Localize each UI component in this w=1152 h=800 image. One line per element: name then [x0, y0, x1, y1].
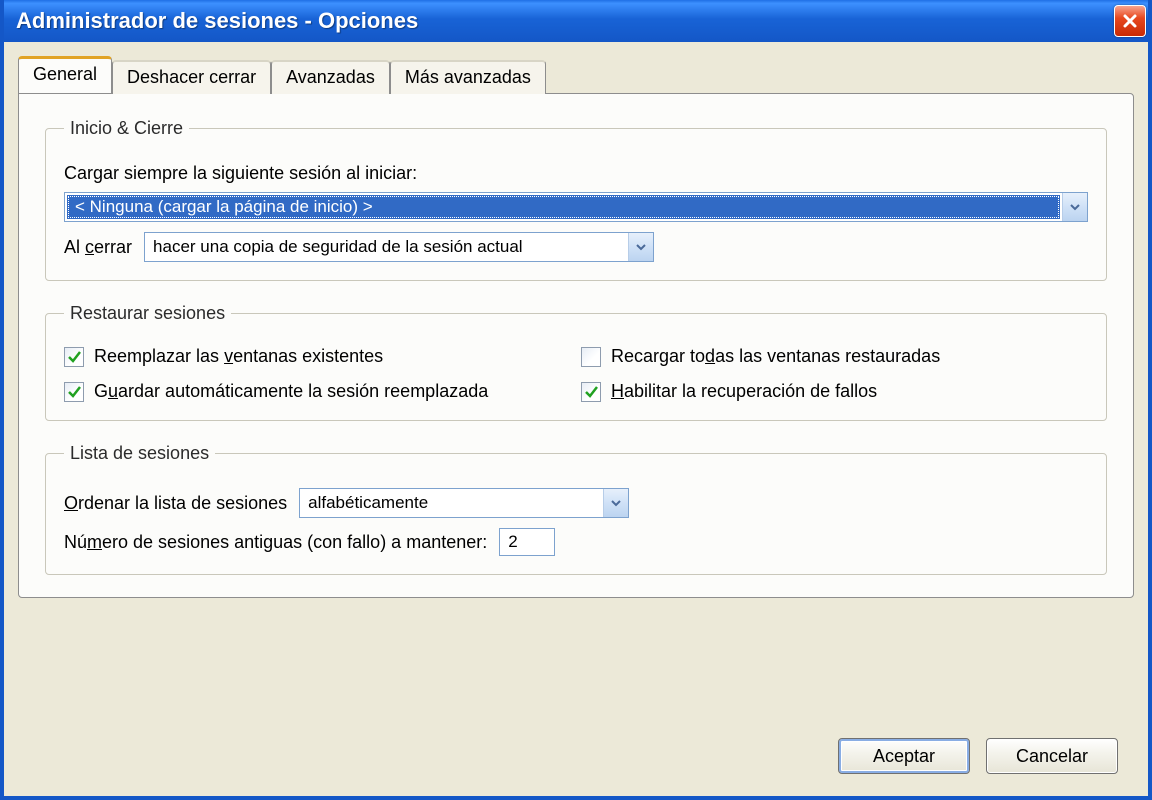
- keep-count-label: Número de sesiones antiguas (con fallo) …: [64, 532, 487, 553]
- sort-value: alfabéticamente: [300, 489, 603, 517]
- tab-undo-close[interactable]: Deshacer cerrar: [112, 60, 271, 94]
- tabs: General Deshacer cerrar Avanzadas Más av…: [18, 56, 1134, 93]
- tab-general[interactable]: General: [18, 56, 112, 93]
- checkbox-replace-windows[interactable]: Reemplazar las ventanas existentes: [64, 346, 571, 367]
- dialog-footer: Aceptar Cancelar: [838, 738, 1118, 774]
- tab-label: Más avanzadas: [405, 67, 531, 87]
- close-button[interactable]: [1114, 5, 1146, 37]
- window-title: Administrador de sesiones - Opciones: [16, 8, 1114, 34]
- load-session-combobox[interactable]: < Ninguna (cargar la página de inicio) >: [64, 192, 1088, 222]
- client-area: General Deshacer cerrar Avanzadas Más av…: [4, 42, 1148, 796]
- button-label: Cancelar: [1016, 746, 1088, 767]
- sort-label: Ordenar la lista de sesiones: [64, 493, 287, 514]
- dialog-window: Administrador de sesiones - Opciones Gen…: [0, 0, 1152, 800]
- tab-advanced[interactable]: Avanzadas: [271, 60, 390, 94]
- tab-label: Deshacer cerrar: [127, 67, 256, 87]
- checkbox-box: [581, 382, 601, 402]
- group-legend: Lista de sesiones: [64, 443, 215, 464]
- tab-more-advanced[interactable]: Más avanzadas: [390, 60, 546, 94]
- chevron-down-icon: [1069, 201, 1081, 213]
- checkbox-box: [64, 382, 84, 402]
- tab-label: Avanzadas: [286, 67, 375, 87]
- keep-count-input[interactable]: 2: [499, 528, 555, 556]
- checkbox-label: Recargar todas las ventanas restauradas: [611, 346, 940, 367]
- group-session-list: Lista de sesiones Ordenar la lista de se…: [45, 443, 1107, 575]
- on-close-combobox[interactable]: hacer una copia de seguridad de la sesió…: [144, 232, 654, 262]
- load-session-dropdown-button[interactable]: [1062, 193, 1087, 221]
- checkbox-label: Habilitar la recuperación de fallos: [611, 381, 877, 402]
- group-restore-sessions: Restaurar sesiones Reemplazar las ventan…: [45, 303, 1107, 421]
- group-startup-shutdown: Inicio & Cierre Cargar siempre la siguie…: [45, 118, 1107, 281]
- tab-label: General: [33, 64, 97, 84]
- checkbox-autosave-replaced[interactable]: Guardar automáticamente la sesión reempl…: [64, 381, 571, 402]
- button-label: Aceptar: [873, 746, 935, 767]
- cancel-button[interactable]: Cancelar: [986, 738, 1118, 774]
- titlebar: Administrador de sesiones - Opciones: [0, 0, 1152, 42]
- sort-combobox[interactable]: alfabéticamente: [299, 488, 629, 518]
- group-legend: Restaurar sesiones: [64, 303, 231, 324]
- on-close-value: hacer una copia de seguridad de la sesió…: [145, 233, 628, 261]
- chevron-down-icon: [635, 241, 647, 253]
- chevron-down-icon: [610, 497, 622, 509]
- sort-dropdown-button[interactable]: [603, 489, 628, 517]
- load-session-value: < Ninguna (cargar la página de inicio) >: [67, 195, 1060, 219]
- ok-button[interactable]: Aceptar: [838, 738, 970, 774]
- group-legend: Inicio & Cierre: [64, 118, 189, 139]
- keep-count-value: 2: [508, 532, 517, 552]
- on-close-dropdown-button[interactable]: [628, 233, 653, 261]
- checkbox-crash-recovery[interactable]: Habilitar la recuperación de fallos: [581, 381, 1088, 402]
- checkbox-label: Guardar automáticamente la sesión reempl…: [94, 381, 488, 402]
- on-close-label: Al cerrar: [64, 237, 132, 258]
- tab-panel-general: Inicio & Cierre Cargar siempre la siguie…: [18, 93, 1134, 598]
- checkbox-box: [64, 347, 84, 367]
- checkbox-label: Reemplazar las ventanas existentes: [94, 346, 383, 367]
- checkbox-box: [581, 347, 601, 367]
- load-session-label: Cargar siempre la siguiente sesión al in…: [64, 163, 417, 184]
- close-icon: [1122, 13, 1138, 29]
- checkbox-reload-windows[interactable]: Recargar todas las ventanas restauradas: [581, 346, 1088, 367]
